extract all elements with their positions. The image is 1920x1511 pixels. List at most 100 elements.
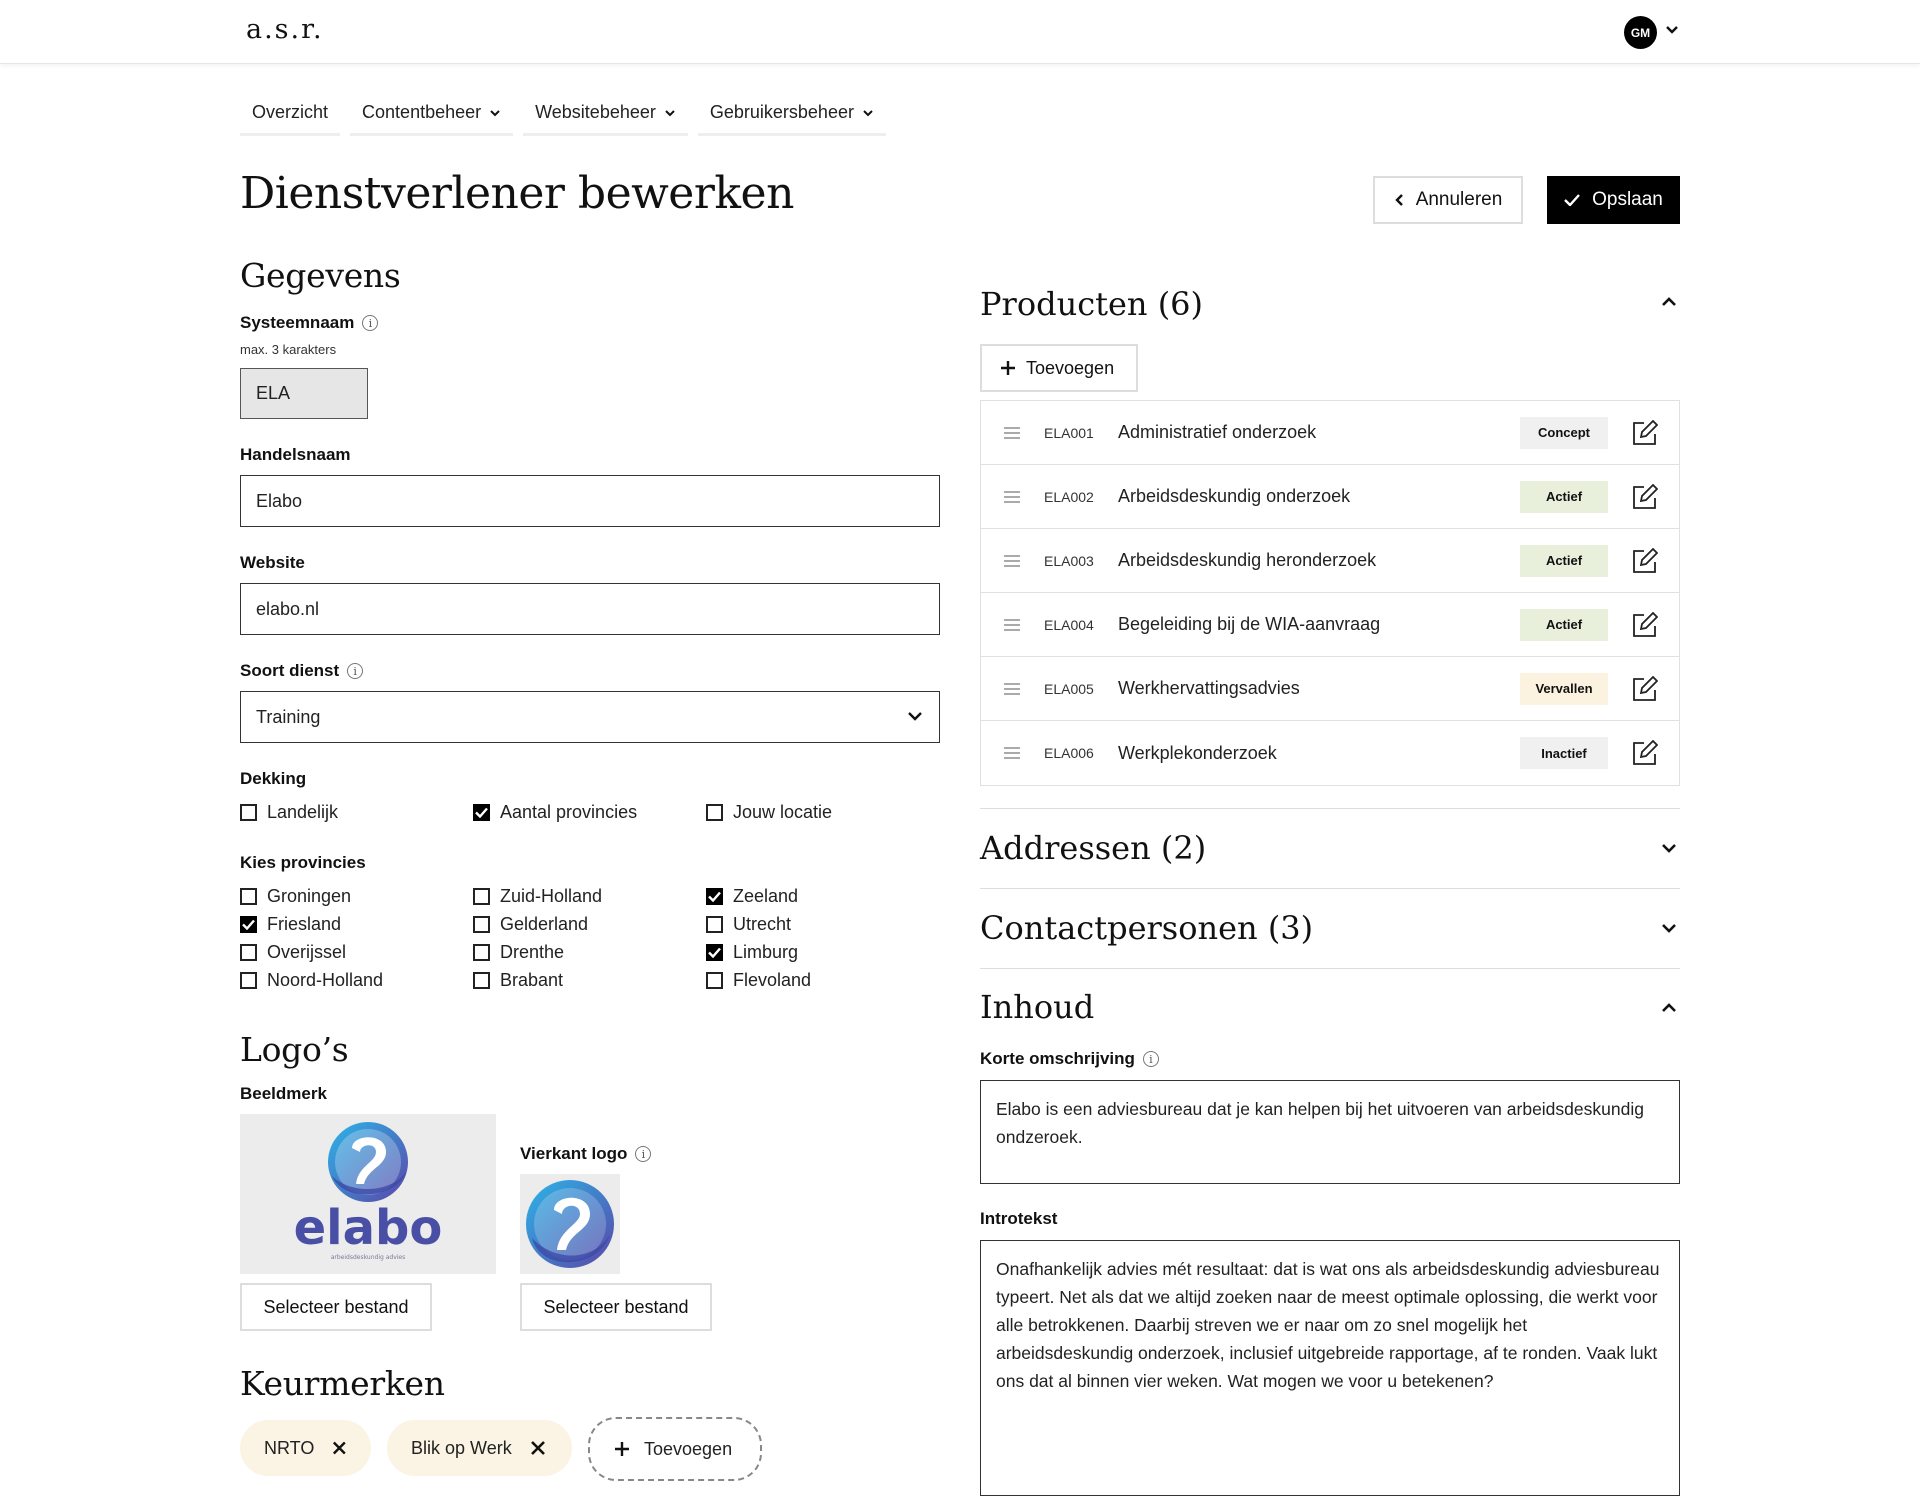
dekking-checkbox[interactable]: Landelijk — [240, 802, 338, 823]
product-row[interactable]: ELA002 Arbeidsdeskundig onderzoek Actief — [981, 465, 1679, 529]
info-icon[interactable]: i — [347, 663, 364, 679]
product-row[interactable]: ELA003 Arbeidsdeskundig heronderzoek Actie… — [981, 529, 1679, 593]
checkbox-empty-icon[interactable] — [706, 972, 723, 989]
provincie-checkbox[interactable]: Zuid-Holland — [473, 886, 602, 907]
drag-handle-icon[interactable] — [1004, 747, 1020, 762]
introtekst-field[interactable]: Onafhankelijk advies mét resultaat: dat … — [980, 1240, 1680, 1496]
add-product-button[interactable]: Toevoegen — [980, 344, 1138, 392]
nav-overzicht[interactable]: Overzicht — [240, 92, 341, 136]
chevron-down-icon[interactable] — [1661, 842, 1677, 854]
checkbox-checked-icon[interactable] — [473, 804, 490, 821]
chevron-down-icon — [490, 109, 500, 116]
product-row[interactable]: ELA001 Administratief onderzoek Concept — [981, 401, 1679, 465]
edit-icon[interactable] — [1632, 676, 1658, 702]
user-avatar[interactable]: GM — [1624, 16, 1657, 49]
dekking-checkbox[interactable]: Jouw locatie — [706, 802, 832, 823]
website-value: elabo.nl — [256, 598, 320, 619]
section-title-contactpersonen[interactable]: Contactpersonen (3) — [980, 909, 1313, 947]
close-icon[interactable] — [332, 1440, 347, 1456]
handelsnaam-field[interactable]: Elabo — [240, 475, 940, 527]
checkbox-checked-icon[interactable] — [706, 888, 723, 905]
section-title-producten[interactable]: Producten (6) — [980, 285, 1203, 323]
chevron-up-icon[interactable] — [1661, 296, 1677, 308]
edit-icon[interactable] — [1632, 740, 1658, 766]
dekking-checkbox[interactable]: Aantal provincies — [473, 802, 637, 823]
systeemnaam-label: Systeemnaam i — [240, 313, 379, 333]
save-button[interactable]: Opslaan — [1547, 176, 1680, 224]
checkbox-empty-icon[interactable] — [473, 916, 490, 933]
divider — [980, 808, 1680, 809]
info-icon[interactable]: i — [362, 315, 379, 331]
status-badge: Concept — [1520, 416, 1608, 449]
checkbox-empty-icon[interactable] — [706, 804, 723, 821]
checkbox-checked-icon[interactable] — [706, 944, 723, 961]
add-keurmerk-button[interactable]: Toevoegen — [588, 1417, 762, 1481]
kies-provincies-label: Kies provincies — [240, 853, 366, 872]
nav-label: Contentbeheer — [362, 102, 482, 122]
checkbox-empty-icon[interactable] — [240, 972, 257, 989]
info-icon[interactable]: i — [1142, 1051, 1159, 1067]
edit-icon[interactable] — [1632, 548, 1658, 574]
edit-icon[interactable] — [1632, 420, 1658, 446]
provincie-checkbox[interactable]: Drenthe — [473, 942, 564, 963]
vierkant-select-button[interactable]: Selecteer bestand — [520, 1283, 712, 1331]
product-name: Begeleiding bij de WIA-aanvraag — [1118, 614, 1381, 634]
beeldmerk-select-button[interactable]: Selecteer bestand — [240, 1283, 432, 1331]
chevron-down-icon[interactable] — [1665, 25, 1679, 35]
drag-handle-icon[interactable] — [1004, 555, 1020, 570]
checkbox-empty-icon[interactable] — [473, 972, 490, 989]
provincie-checkbox[interactable]: Utrecht — [706, 914, 791, 935]
checkbox-empty-icon[interactable] — [240, 888, 257, 905]
section-title-adressen[interactable]: Addressen (2) — [980, 829, 1206, 867]
checkbox-empty-icon[interactable] — [240, 944, 257, 961]
checkbox-empty-icon[interactable] — [240, 804, 257, 821]
drag-handle-icon[interactable] — [1004, 491, 1020, 506]
product-row[interactable]: ELA004 Begeleiding bij de WIA-aanvraag Act… — [981, 593, 1679, 657]
provincie-checkbox[interactable]: Limburg — [706, 942, 798, 963]
section-title-logos: Logo’s — [240, 1030, 349, 1069]
asr-logo[interactable]: a.s.r. — [246, 14, 324, 45]
nav-gebruikersbeheer[interactable]: Gebruikersbeheer — [697, 92, 886, 136]
chevron-up-icon[interactable] — [1661, 1002, 1677, 1014]
systeemnaam-field[interactable]: ELA — [240, 368, 368, 419]
add-keurmerk-label: Toevoegen — [644, 1438, 733, 1459]
info-icon[interactable]: i — [635, 1146, 652, 1162]
product-name: Werkhervattingsadvies — [1118, 678, 1300, 698]
checkbox-checked-icon[interactable] — [240, 916, 257, 933]
beeldmerk-label: Beeldmerk — [240, 1084, 327, 1103]
vierkant-logo-label: Vierkant logo i — [520, 1144, 652, 1164]
provincie-checkbox[interactable]: Flevoland — [706, 970, 811, 991]
checkbox-empty-icon[interactable] — [706, 916, 723, 933]
cancel-button[interactable]: Annuleren — [1373, 176, 1523, 224]
soort-dienst-select[interactable]: Training — [240, 691, 940, 743]
provincie-checkbox[interactable]: Overijssel — [240, 942, 346, 963]
nav-websitebeheer[interactable]: Websitebeheer — [523, 92, 688, 136]
close-icon[interactable] — [530, 1440, 546, 1456]
drag-handle-icon[interactable] — [1004, 683, 1020, 698]
product-row[interactable]: ELA006 Werkplekonderzoek Inactief — [981, 721, 1679, 785]
checkbox-empty-icon[interactable] — [473, 888, 490, 905]
section-title-inhoud[interactable]: Inhoud — [980, 988, 1094, 1026]
provincie-checkbox[interactable]: Friesland — [240, 914, 341, 935]
edit-icon[interactable] — [1632, 484, 1658, 510]
nav-contentbeheer[interactable]: Contentbeheer — [350, 92, 514, 136]
plus-icon — [615, 1442, 629, 1456]
product-name: Arbeidsdeskundig onderzoek — [1118, 486, 1351, 506]
status-badge: Actief — [1520, 544, 1608, 577]
product-row[interactable]: ELA005 Werkhervattingsadvies Vervallen — [981, 657, 1679, 721]
product-code: ELA004 — [1044, 616, 1094, 633]
checkbox-label: Noord-Holland — [267, 970, 384, 990]
provincie-checkbox[interactable]: Gelderland — [473, 914, 588, 935]
drag-handle-icon[interactable] — [1004, 427, 1020, 442]
provincie-checkbox[interactable]: Zeeland — [706, 886, 798, 907]
soort-dienst-label: Soort dienst i — [240, 661, 364, 681]
chevron-down-icon[interactable] — [1661, 922, 1677, 934]
provincie-checkbox[interactable]: Groningen — [240, 886, 351, 907]
edit-icon[interactable] — [1632, 612, 1658, 638]
provincie-checkbox[interactable]: Brabant — [473, 970, 563, 991]
korte-omschrijving-field[interactable]: Elabo is een adviesbureau dat je kan hel… — [980, 1080, 1680, 1184]
website-field[interactable]: elabo.nl — [240, 583, 940, 635]
provincie-checkbox[interactable]: Noord-Holland — [240, 970, 383, 991]
checkbox-empty-icon[interactable] — [473, 944, 490, 961]
drag-handle-icon[interactable] — [1004, 619, 1020, 634]
